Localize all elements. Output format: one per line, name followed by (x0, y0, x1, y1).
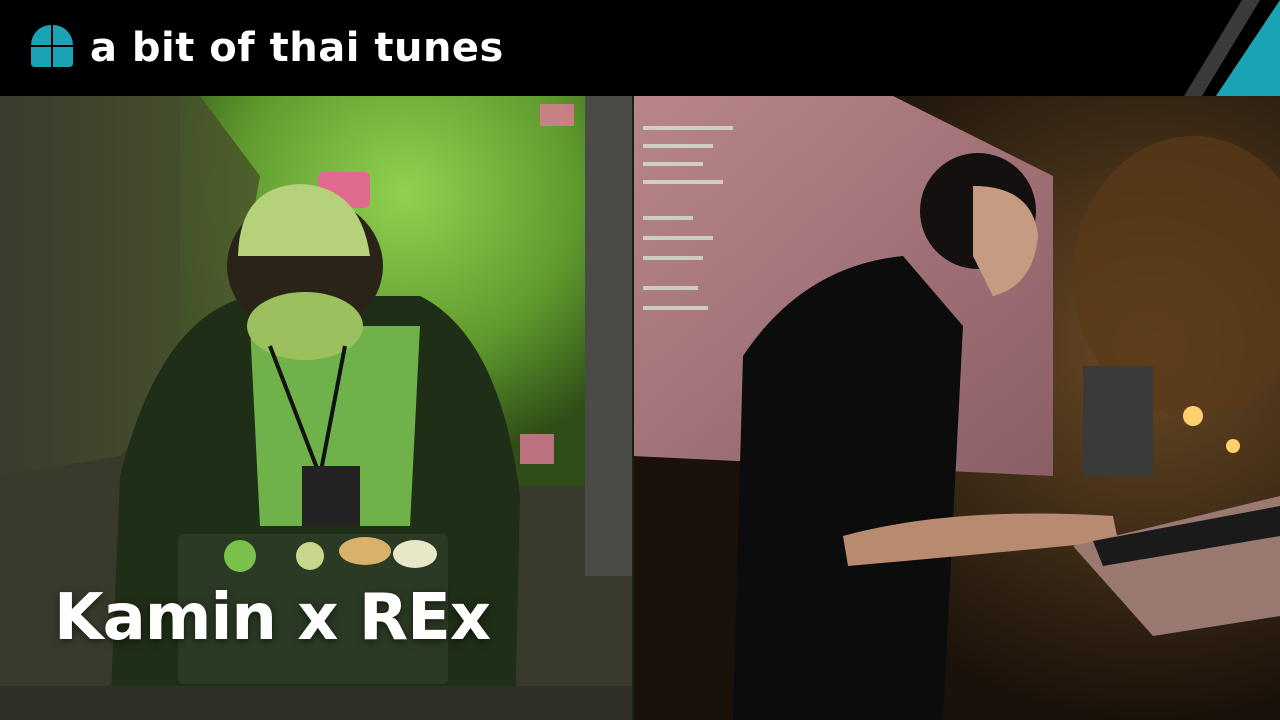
performer-at-keyboard-photo (633, 96, 1280, 720)
artists-caption: Kamin x REx (54, 581, 491, 655)
header-bar: a bit of thai tunes (0, 0, 1280, 96)
corner-accent-stripe (1184, 0, 1280, 96)
quarter-circles-logo-icon (31, 25, 73, 67)
page-title: a bit of thai tunes (90, 25, 504, 71)
photo-divider (632, 96, 634, 720)
